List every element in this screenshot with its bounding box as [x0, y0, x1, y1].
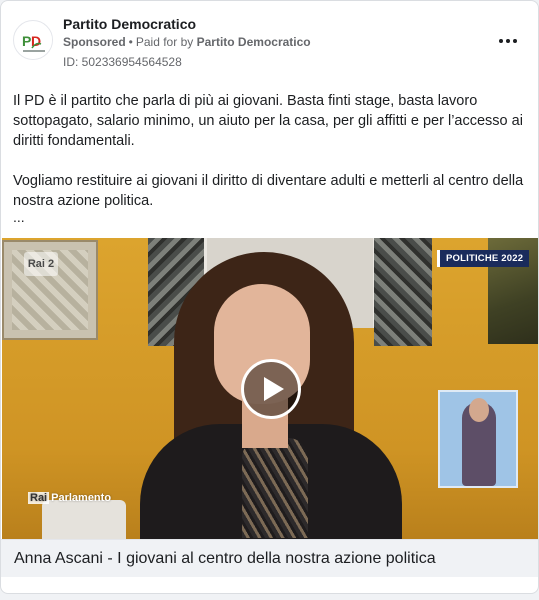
video-player[interactable]: Rai 2 POLITICHE 2022 Rai Parlamento	[2, 238, 538, 539]
body-paragraph-1: Il PD è il partito che parla di più ai g…	[13, 93, 523, 149]
politiche-badge: POLITICHE 2022	[437, 250, 530, 267]
ad-meta: Sponsored • Paid for by Partito Democratic…	[63, 35, 311, 49]
video-table	[42, 500, 126, 539]
more-dot	[513, 39, 517, 43]
rai-parlamento-logo: Rai Parlamento	[28, 492, 111, 504]
play-icon	[263, 377, 284, 401]
video-caption[interactable]: Anna Ascani - I giovani al centro della …	[1, 539, 538, 577]
see-more-ellipsis[interactable]: ...	[13, 209, 25, 225]
meta-separator: •	[128, 35, 133, 49]
play-button[interactable]	[241, 359, 301, 419]
speaker-top	[242, 438, 308, 538]
page-name[interactable]: Partito Democratico	[63, 16, 196, 32]
more-dot	[506, 39, 510, 43]
rai2-channel-logo: Rai 2	[24, 252, 58, 276]
interpreter-face	[469, 398, 489, 422]
video-painting-right	[374, 238, 432, 346]
sign-language-inset	[438, 390, 518, 488]
rai-logo-prefix: Rai	[28, 492, 50, 504]
rai-logo-suffix: Parlamento	[51, 492, 112, 504]
more-horizontal-icon	[499, 39, 503, 43]
ad-card: P D Partito Democratico Sponsored • Paid f…	[0, 0, 539, 594]
page-avatar[interactable]: P D	[13, 20, 53, 60]
svg-text:P: P	[22, 33, 31, 49]
paid-for-name[interactable]: Partito Democratico	[197, 35, 311, 49]
more-options-button[interactable]	[496, 31, 520, 51]
pd-logo-icon: P D	[15, 22, 52, 59]
ad-body-text: Il PD è il partito che parla di più ai g…	[13, 91, 525, 211]
video-title: Anna Ascani - I giovani al centro della …	[14, 550, 436, 567]
ad-id: ID: 502336954564528	[63, 55, 182, 69]
paid-for-prefix: Paid for by	[135, 35, 194, 49]
body-paragraph-2: Vogliamo restituire ai giovani il diritt…	[13, 173, 524, 209]
sponsored-label: Sponsored	[63, 35, 126, 49]
ad-header: P D Partito Democratico Sponsored • Paid f…	[1, 1, 538, 79]
